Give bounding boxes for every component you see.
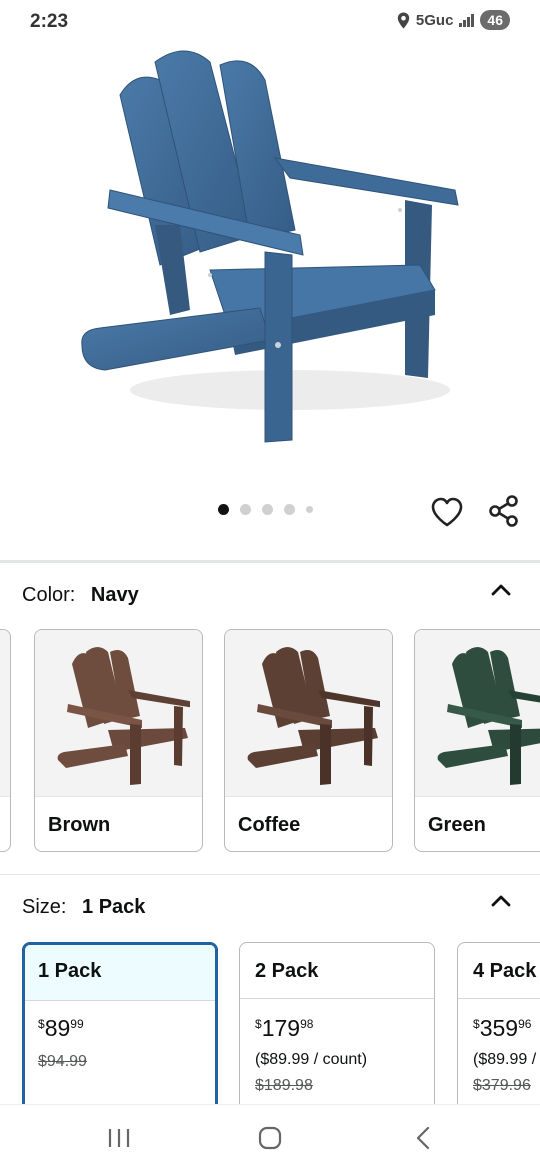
swatch-label-coffee: Coffee xyxy=(238,814,301,836)
signal-icon xyxy=(459,13,475,27)
size-selected-value: 1 Pack xyxy=(82,896,146,918)
price-per-count: ($89.99 / count) xyxy=(255,1051,368,1068)
carousel-dot-2[interactable] xyxy=(240,504,251,515)
size-option-title: 1 Pack xyxy=(25,945,215,1001)
color-swatch-navy[interactable] xyxy=(0,629,11,852)
size-option-list[interactable]: 1 Pack $8999 $94.99 2 Pack $17998 ($89.9… xyxy=(0,942,540,1104)
section-divider xyxy=(0,560,540,563)
chevron-up-icon[interactable] xyxy=(490,893,512,907)
price: $35996 xyxy=(473,1015,532,1041)
carousel-dot-4[interactable] xyxy=(284,504,295,515)
price: $17998 xyxy=(255,1015,314,1041)
list-price: $379.96 xyxy=(473,1077,531,1094)
size-option-4-pack[interactable]: 4 Pack $35996 ($89.99 / count) $379.96 xyxy=(457,942,540,1104)
product-image[interactable] xyxy=(60,40,480,460)
swatch-label-green: Green xyxy=(428,814,486,836)
section-divider xyxy=(0,874,540,875)
heart-icon[interactable] xyxy=(430,496,464,528)
carousel-dot-3[interactable] xyxy=(262,504,273,515)
carousel-dot-5[interactable] xyxy=(306,506,313,513)
size-label: Size: xyxy=(22,896,67,918)
chevron-up-icon[interactable] xyxy=(490,582,512,596)
swatch-image-brown xyxy=(35,630,202,797)
navy-adirondack-chair-image xyxy=(81,50,459,443)
color-swatch-brown[interactable]: Brown xyxy=(34,629,203,852)
brown-chair-thumbnail xyxy=(57,647,190,785)
carousel-indicator xyxy=(218,504,313,515)
location-icon xyxy=(397,12,410,28)
home-icon[interactable] xyxy=(250,1123,290,1153)
swatch-image xyxy=(0,630,10,797)
back-icon[interactable] xyxy=(402,1123,442,1153)
status-time: 2:23 xyxy=(30,11,69,32)
color-label: Color: xyxy=(22,584,76,606)
color-swatch-coffee[interactable]: Coffee xyxy=(224,629,393,852)
color-swatch-list[interactable]: Brown Coffee Green xyxy=(0,629,540,853)
green-chair-thumbnail xyxy=(437,647,540,785)
size-option-title: 2 Pack xyxy=(240,943,434,999)
size-header: Size: 1 Pack xyxy=(22,896,145,919)
status-indicators: 5Guc 46 xyxy=(397,10,510,30)
coffee-chair-thumbnail xyxy=(247,647,380,785)
color-selected-value: Navy xyxy=(90,584,139,606)
price-per-count: ($89.99 / count) xyxy=(473,1051,540,1068)
list-price: $94.99 xyxy=(38,1053,87,1070)
swatch-label-brown: Brown xyxy=(48,814,111,836)
color-swatch-green[interactable]: Green xyxy=(414,629,540,852)
swatch-image-green xyxy=(415,630,540,797)
price: $8999 xyxy=(38,1015,84,1041)
recent-apps-icon[interactable] xyxy=(99,1123,139,1153)
network-type: 5Guc xyxy=(415,11,454,29)
list-price: $189.98 xyxy=(255,1077,313,1094)
swatch-image-coffee xyxy=(225,630,392,797)
battery-indicator: 46 xyxy=(480,10,510,30)
carousel-dot-1[interactable] xyxy=(218,504,229,515)
system-nav-bar xyxy=(0,1104,540,1170)
status-bar: 2:23 5Guc 46 xyxy=(0,0,540,44)
color-header: Color: Navy xyxy=(22,584,139,607)
size-option-2-pack[interactable]: 2 Pack $17998 ($89.99 / count) $189.98 xyxy=(239,942,435,1104)
size-option-title: 4 Pack xyxy=(458,943,540,999)
size-option-1-pack[interactable]: 1 Pack $8999 $94.99 xyxy=(22,942,218,1104)
share-icon[interactable] xyxy=(487,494,521,528)
